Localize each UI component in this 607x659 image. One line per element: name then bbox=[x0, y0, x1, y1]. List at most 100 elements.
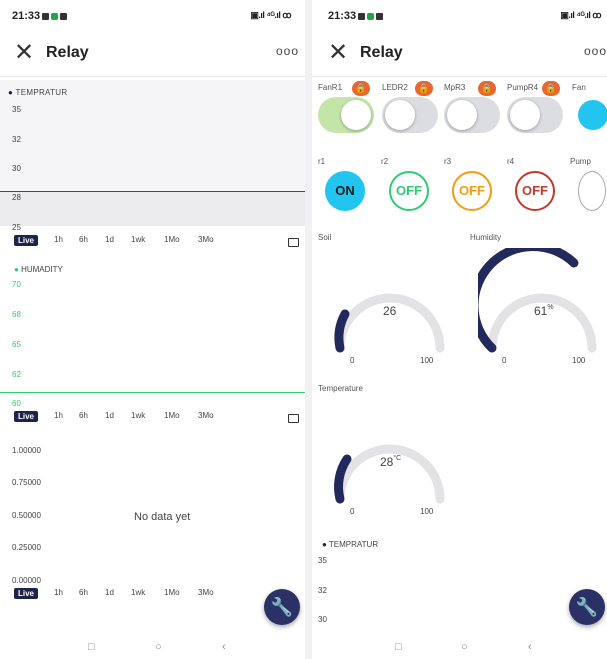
expand-icon[interactable] bbox=[288, 238, 299, 247]
y-tick: 0.50000 bbox=[12, 511, 41, 520]
time-range-bar: Live 1h 6h 1d 1wk 1Mo 3Mo bbox=[14, 235, 294, 247]
empty-state-text: No data yet bbox=[134, 511, 191, 523]
expand-icon[interactable] bbox=[288, 414, 299, 423]
temperature-chart[interactable]: ● TEMPRATUR 35 32 30 28 25 bbox=[0, 80, 305, 232]
nav-recents-icon[interactable]: □ bbox=[88, 641, 95, 653]
gauge-value: 26 bbox=[383, 304, 397, 318]
y-tick: 25 bbox=[12, 223, 21, 232]
range-1mo[interactable]: 1Mo bbox=[164, 588, 180, 597]
wrench-icon[interactable]: 🔧 bbox=[264, 589, 300, 625]
status-bar: 21:33 ▣.ıl ⁴ᴳ.ıl ꝏ bbox=[312, 8, 607, 26]
page-title: Relay bbox=[360, 44, 403, 61]
lock-icon[interactable]: 🔒 bbox=[478, 81, 496, 96]
y-tick: 32 bbox=[12, 135, 21, 144]
switch-ledr2[interactable] bbox=[382, 97, 438, 133]
temperature-gauge bbox=[334, 444, 445, 504]
nav-back-icon[interactable]: ‹ bbox=[528, 641, 532, 653]
nav-bar: □ ○ ‹ bbox=[0, 641, 305, 659]
wrench-icon[interactable]: 🔧 bbox=[569, 589, 605, 625]
range-live[interactable]: Live bbox=[14, 235, 39, 246]
lock-icon[interactable]: 🔒 bbox=[542, 81, 560, 96]
page-title: Relay bbox=[46, 44, 89, 61]
button-label: Pump bbox=[570, 157, 591, 166]
nav-home-icon[interactable]: ○ bbox=[461, 641, 468, 653]
y-tick: 32 bbox=[318, 586, 327, 595]
gauge-value: 61% bbox=[534, 304, 554, 318]
y-tick: 68 bbox=[12, 310, 21, 319]
button-r4[interactable]: OFF bbox=[515, 171, 555, 211]
range-3mo[interactable]: 3Mo bbox=[198, 588, 214, 597]
nav-recents-icon[interactable]: □ bbox=[395, 641, 402, 653]
nav-home-icon[interactable]: ○ bbox=[155, 641, 162, 653]
status-time: 21:33 bbox=[12, 10, 68, 22]
y-tick: 28 bbox=[12, 193, 21, 202]
nav-back-icon[interactable]: ‹ bbox=[222, 641, 226, 653]
button-label: r2 bbox=[381, 157, 389, 166]
switch-label: PumpR4 bbox=[507, 83, 539, 92]
range-3mo[interactable]: 3Mo bbox=[198, 235, 214, 244]
chart-title: ● HUMADITY bbox=[14, 265, 63, 274]
y-tick: 30 bbox=[318, 615, 327, 624]
app-bar: ✕ Relay ooo bbox=[0, 38, 305, 68]
gauge-min: 0 bbox=[502, 356, 507, 365]
switch-mpr3[interactable] bbox=[444, 97, 500, 133]
left-phone-screen: 21:33 ▣.ıl ⁴ᴳ.ıl ꝏ ✕ Relay ooo ● TEMPRAT… bbox=[0, 0, 305, 659]
more-icon[interactable]: ooo bbox=[584, 44, 607, 58]
switch-fan[interactable] bbox=[578, 100, 607, 130]
lock-icon[interactable]: 🔒 bbox=[415, 81, 433, 96]
more-icon[interactable]: ooo bbox=[276, 44, 299, 58]
button-r2[interactable]: OFF bbox=[389, 171, 429, 211]
button-label: r1 bbox=[318, 157, 326, 166]
switch-fanr1[interactable] bbox=[318, 97, 374, 133]
range-live[interactable]: Live bbox=[14, 411, 39, 422]
gauge-max: 100 bbox=[572, 356, 586, 365]
switch-pumpr4[interactable] bbox=[507, 97, 563, 133]
gauge-max: 100 bbox=[420, 507, 434, 516]
status-bar: 21:33 ▣.ıl ⁴ᴳ.ıl ꝏ bbox=[0, 8, 305, 26]
button-pump[interactable] bbox=[578, 171, 606, 211]
range-1d[interactable]: 1d bbox=[105, 235, 114, 244]
range-1h[interactable]: 1h bbox=[54, 588, 63, 597]
gauge-value: 28°C bbox=[380, 455, 402, 469]
close-icon[interactable]: ✕ bbox=[328, 38, 348, 67]
range-1mo[interactable]: 1Mo bbox=[164, 235, 180, 244]
chart-title: ● TEMPRATUR bbox=[8, 88, 68, 97]
y-tick: 35 bbox=[318, 556, 327, 565]
gauge-label: Humidity bbox=[470, 233, 502, 242]
range-1wk[interactable]: 1wk bbox=[131, 235, 145, 244]
time-range-bar: Live 1h 6h 1d 1wk 1Mo 3Mo bbox=[14, 588, 294, 600]
y-tick: 35 bbox=[12, 105, 21, 114]
gauge-min: 0 bbox=[350, 507, 355, 516]
range-1mo[interactable]: 1Mo bbox=[164, 411, 180, 420]
range-1wk[interactable]: 1wk bbox=[131, 588, 145, 597]
button-r1[interactable]: ON bbox=[325, 171, 365, 211]
switch-label: MpR3 bbox=[444, 83, 466, 92]
range-1d[interactable]: 1d bbox=[105, 588, 114, 597]
range-3mo[interactable]: 3Mo bbox=[198, 411, 214, 420]
y-tick: 62 bbox=[12, 370, 21, 379]
switch-label: Fan bbox=[572, 83, 586, 92]
range-live[interactable]: Live bbox=[14, 588, 39, 599]
divider bbox=[312, 76, 607, 77]
range-1h[interactable]: 1h bbox=[54, 235, 63, 244]
gauge-max: 100 bbox=[420, 356, 434, 365]
y-tick: 1.00000 bbox=[12, 446, 41, 455]
screenshot-gap bbox=[305, 0, 312, 659]
right-phone-screen: 21:33 ▣.ıl ⁴ᴳ.ıl ꝏ ✕ Relay ooo FanR1 🔒 L… bbox=[312, 0, 607, 659]
button-r3[interactable]: OFF bbox=[452, 171, 492, 211]
divider bbox=[0, 76, 305, 77]
soil-gauge bbox=[334, 293, 445, 353]
close-icon[interactable]: ✕ bbox=[14, 38, 34, 67]
range-1wk[interactable]: 1wk bbox=[131, 411, 145, 420]
y-tick: 0.75000 bbox=[12, 478, 41, 487]
chart-title: ● TEMPRATUR bbox=[322, 540, 379, 549]
range-6h[interactable]: 6h bbox=[79, 588, 88, 597]
range-1h[interactable]: 1h bbox=[54, 411, 63, 420]
app-bar: ✕ Relay ooo bbox=[312, 38, 607, 68]
y-tick: 65 bbox=[12, 340, 21, 349]
gauge-min: 0 bbox=[350, 356, 355, 365]
lock-icon[interactable]: 🔒 bbox=[352, 81, 370, 96]
range-6h[interactable]: 6h bbox=[79, 235, 88, 244]
range-6h[interactable]: 6h bbox=[79, 411, 88, 420]
range-1d[interactable]: 1d bbox=[105, 411, 114, 420]
